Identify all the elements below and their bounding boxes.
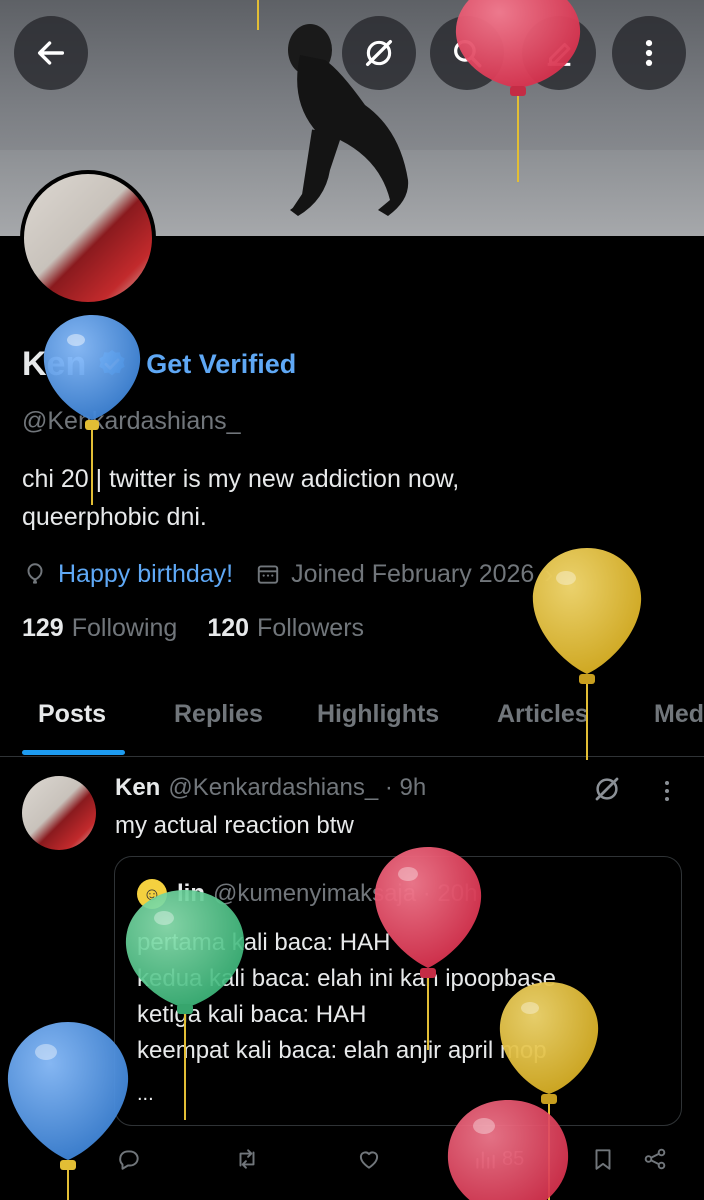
- followers-count: 120: [207, 614, 250, 642]
- verified-badge-icon: [99, 350, 125, 376]
- follow-stats: 129 Following 120 Followers: [22, 614, 394, 643]
- post-author-avatar[interactable]: [22, 776, 96, 850]
- quote-text-line: kedua kali baca: elah ini kan ipoopbase: [137, 965, 556, 992]
- more-vertical-icon: [645, 39, 653, 67]
- quoted-post[interactable]: ☺ lin @kumenyimaksaja · 20h pertama kali…: [114, 856, 682, 1126]
- quote-author-handle-time: @kumenyimaksaja · 20h: [213, 880, 478, 907]
- back-arrow-icon: [37, 41, 65, 65]
- profile-bio: chi 20 | twitter is my new addiction now…: [22, 460, 622, 536]
- quote-author-name: lin: [177, 880, 205, 907]
- chevron-right-icon[interactable]: ›: [544, 559, 553, 590]
- quote-header: ☺ lin @kumenyimaksaja · 20h: [137, 879, 477, 909]
- compose-button[interactable]: [522, 16, 596, 90]
- post-header: Ken @Kenkardashians_ · 9h: [115, 774, 426, 802]
- search-button[interactable]: [430, 16, 504, 90]
- reply-button[interactable]: [116, 1146, 142, 1172]
- bio-line: queerphobic dni.: [22, 503, 207, 531]
- joined-date: Joined February 2026: [291, 559, 535, 588]
- tab-posts[interactable]: Posts: [38, 700, 106, 729]
- profile-handle: @Kenkardashians_: [22, 407, 241, 435]
- following-count: 129: [22, 614, 64, 642]
- views-chart-icon: [476, 1151, 495, 1169]
- tab-highlights[interactable]: Highlights: [317, 700, 439, 729]
- quote-text-line: pertama kali baca: HAH: [137, 929, 391, 956]
- grok-icon[interactable]: [592, 774, 622, 804]
- quote-text-line: keempat kali baca: elah anjir april mop: [137, 1037, 547, 1064]
- views-count: 85: [502, 1147, 525, 1170]
- more-vertical-icon[interactable]: [655, 776, 679, 806]
- balloon-icon: [27, 563, 43, 584]
- grok-icon: [365, 39, 393, 67]
- share-button[interactable]: [642, 1146, 668, 1172]
- repost-button[interactable]: [234, 1146, 260, 1172]
- profile-name-row: Ken Get Verified: [22, 340, 296, 388]
- views-button[interactable]: 85: [472, 1146, 524, 1172]
- grok-button[interactable]: [342, 16, 416, 90]
- followers-stat[interactable]: 120 Followers: [207, 614, 364, 643]
- share-icon: [644, 1148, 666, 1170]
- get-verified-link[interactable]: Get Verified: [146, 349, 296, 380]
- search-icon: [454, 40, 482, 68]
- tab-articles[interactable]: Articles: [497, 700, 589, 729]
- back-button[interactable]: [14, 16, 88, 90]
- profile-meta-row: Happy birthday! Joined February 2026 ›: [22, 556, 553, 592]
- calendar-icon: [257, 565, 279, 584]
- compose-icon: [547, 43, 571, 66]
- followers-label: Followers: [257, 614, 365, 642]
- quote-text-line: ketiga kali baca: HAH: [137, 1001, 367, 1028]
- reply-icon: [119, 1150, 139, 1170]
- profile-tabs: Posts Replies Highlights Articles Media: [0, 690, 704, 756]
- display-name: Ken: [22, 344, 87, 383]
- following-label: Following: [71, 614, 178, 642]
- heart-icon: [359, 1151, 379, 1169]
- bookmark-button[interactable]: [590, 1146, 616, 1172]
- profile-avatar[interactable]: [20, 170, 156, 306]
- post-author-handle-time: @Kenkardashians_ · 9h: [168, 774, 427, 801]
- more-options-button[interactable]: [612, 16, 686, 90]
- quote-ellipsis: ...: [137, 1083, 154, 1105]
- post-actions: 85: [0, 1140, 704, 1184]
- tab-media[interactable]: Media: [654, 700, 704, 729]
- repost-icon: [239, 1149, 255, 1169]
- like-button[interactable]: [356, 1146, 382, 1172]
- active-tab-indicator: [22, 750, 125, 755]
- bookmark-icon: [595, 1149, 611, 1170]
- tab-replies[interactable]: Replies: [174, 700, 263, 729]
- tabs-divider: [0, 756, 704, 757]
- post-text: my actual reaction btw: [115, 812, 354, 839]
- following-stat[interactable]: 129 Following: [22, 614, 177, 643]
- quote-author-avatar: ☺: [137, 879, 167, 909]
- bio-line: chi 20 | twitter is my new addiction now…: [22, 465, 460, 493]
- post-author-name[interactable]: Ken: [115, 774, 160, 802]
- birthday-link[interactable]: Happy birthday!: [58, 560, 233, 589]
